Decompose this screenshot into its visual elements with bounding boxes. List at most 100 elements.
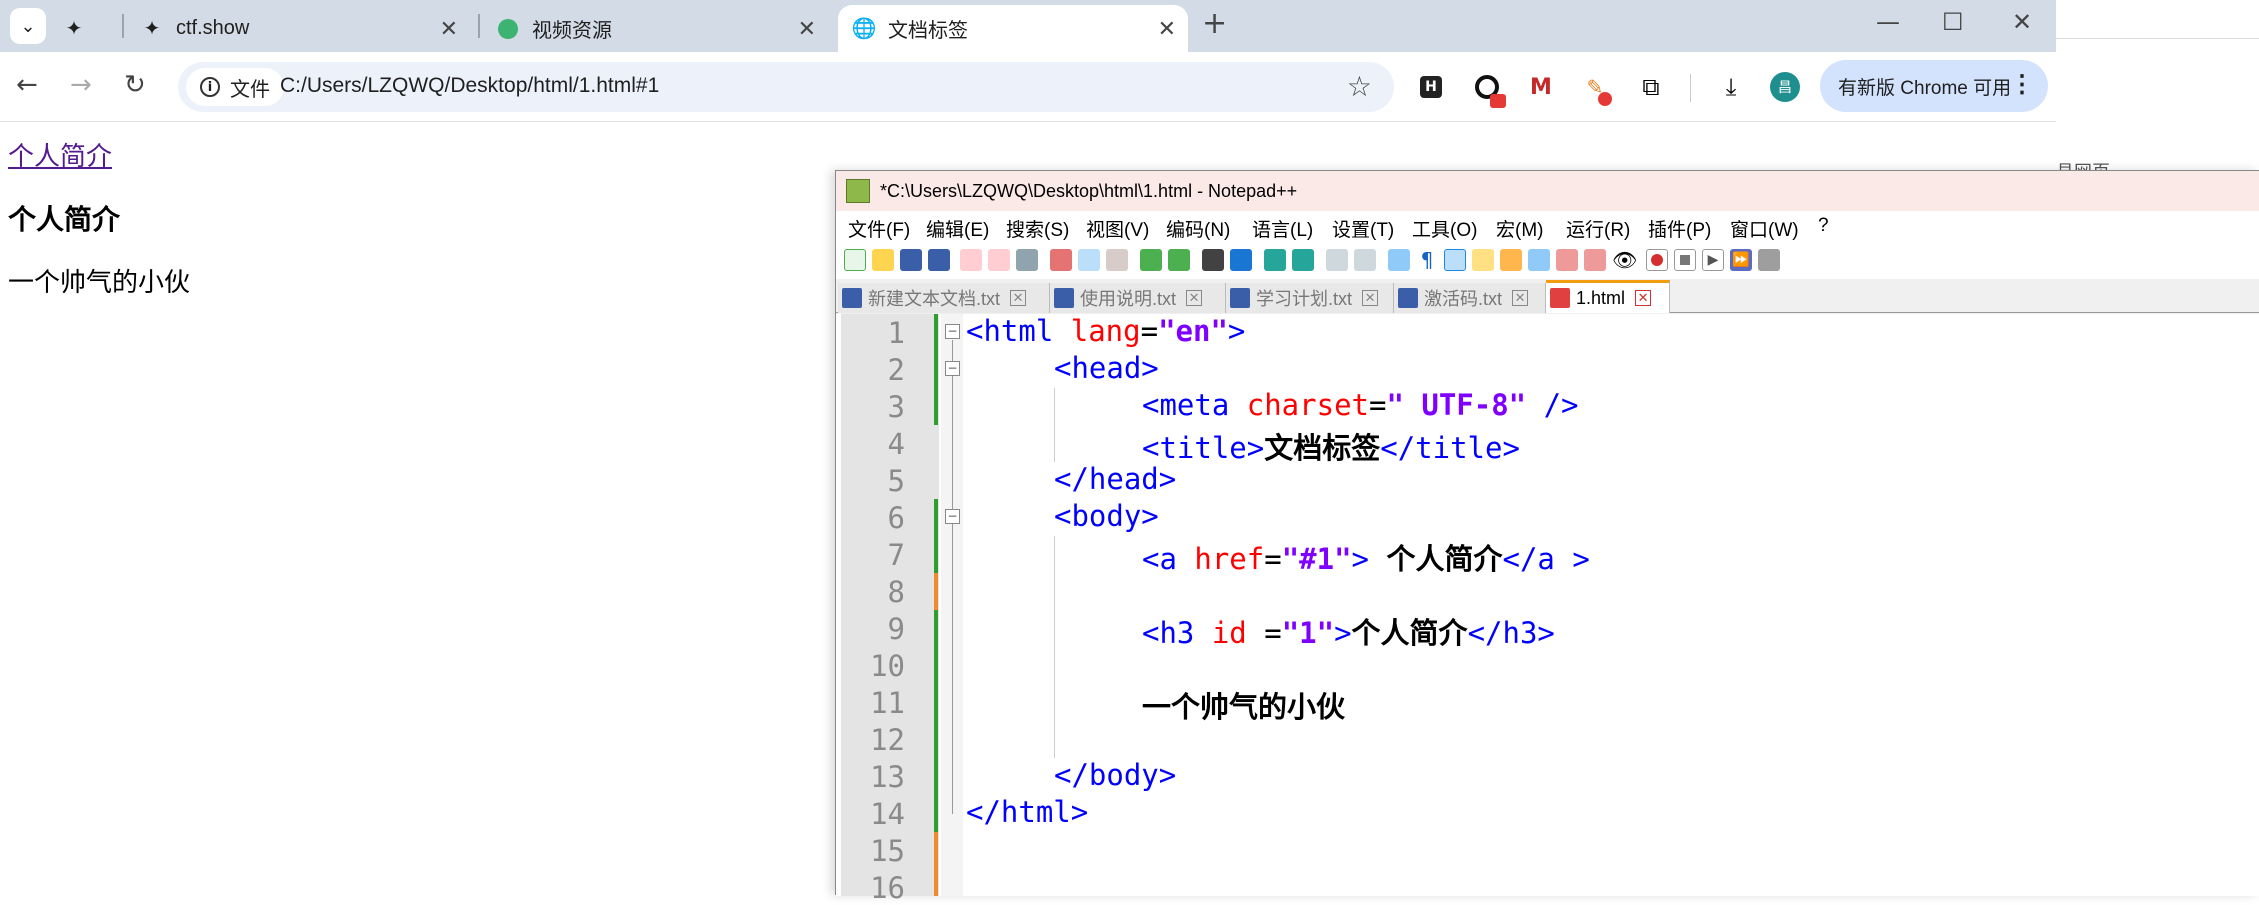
tab-search-button[interactable]: ⌄ — [10, 8, 46, 44]
udl-icon[interactable] — [1472, 249, 1494, 271]
close-tab-icon[interactable]: ✕ — [1010, 290, 1027, 306]
file-tab[interactable]: 新建文本文档.txt ✕ — [838, 283, 1050, 313]
code-editor[interactable]: 1 2 3 4 5 6 7 8 9 10 11 12 13 14 15 16 −… — [836, 314, 2259, 905]
extension-blocked-icon[interactable]: ✎ — [1580, 72, 1612, 106]
copy-icon[interactable] — [1078, 249, 1100, 271]
show-all-chars-icon[interactable]: ¶ — [1416, 249, 1438, 271]
avatar[interactable]: 昌 — [1770, 72, 1800, 102]
indent-guide-icon[interactable] — [1444, 249, 1466, 271]
file-tab[interactable]: 激活码.txt ✕ — [1394, 283, 1546, 313]
disk-icon — [1230, 288, 1250, 308]
line-number: 14 — [870, 797, 905, 831]
menu-edit[interactable]: 编辑(E) — [926, 215, 989, 242]
menu-help[interactable]: ? — [1818, 215, 1829, 237]
stop-macro-icon[interactable] — [1674, 249, 1696, 271]
save-icon[interactable] — [900, 249, 922, 271]
zoom-in-icon[interactable] — [1264, 249, 1286, 271]
forward-arrow-icon[interactable]: → — [70, 70, 92, 100]
fold-toggle-icon[interactable]: − — [945, 324, 960, 339]
code-text: 文档标签 — [1264, 431, 1381, 465]
redo-icon[interactable] — [1168, 249, 1190, 271]
extension-c-icon[interactable] — [1472, 72, 1506, 108]
profile-link[interactable]: 个人简介 — [8, 136, 112, 173]
run-macro-multiple-icon[interactable]: ⏩ — [1730, 249, 1752, 271]
new-file-icon[interactable] — [844, 249, 866, 271]
doc-map-icon[interactable] — [1500, 249, 1522, 271]
sync-horizontal-icon[interactable] — [1354, 249, 1376, 271]
minimize-icon[interactable]: — — [1876, 8, 1900, 36]
open-folder-icon[interactable] — [872, 249, 894, 271]
menu-window[interactable]: 窗口(W) — [1730, 215, 1799, 242]
play-macro-icon[interactable]: ▶ — [1702, 249, 1724, 271]
fold-toggle-icon[interactable]: − — [945, 509, 960, 524]
extensions-puzzle-icon[interactable]: ⧉ — [1636, 72, 1666, 102]
menu-language[interactable]: 语言(L) — [1252, 215, 1313, 242]
menu-run[interactable]: 运行(R) — [1566, 215, 1630, 242]
extension-m-icon[interactable]: M — [1526, 72, 1556, 102]
menu-tools[interactable]: 工具(O) — [1412, 215, 1477, 242]
menu-plugins[interactable]: 插件(P) — [1648, 215, 1711, 242]
new-tab-icon[interactable]: + — [1202, 6, 1227, 41]
close-file-icon[interactable] — [960, 249, 982, 271]
file-tab[interactable]: 学习计划.txt ✕ — [1226, 283, 1394, 313]
cut-icon[interactable] — [1050, 249, 1072, 271]
url-text[interactable]: C:/Users/LZQWQ/Desktop/html/1.html#1 — [280, 74, 659, 98]
close-window-icon[interactable]: ✕ — [2012, 8, 2032, 36]
code-line-9: <h3 id ="1">个人简介</h3> — [966, 610, 1555, 652]
word-wrap-icon[interactable] — [1388, 249, 1410, 271]
tab-active[interactable]: 🌐 文档标签 ✕ — [838, 5, 1188, 52]
disk-icon — [1550, 288, 1570, 308]
fold-toggle-icon[interactable]: − — [945, 361, 960, 376]
address-bar[interactable]: i 文件 C:/Users/LZQWQ/Desktop/html/1.html#… — [178, 62, 1394, 112]
reload-icon[interactable]: ↻ — [124, 70, 146, 100]
line-number: 12 — [870, 723, 905, 757]
menu-macro[interactable]: 宏(M) — [1496, 215, 1543, 242]
record-macro-icon[interactable] — [1646, 249, 1668, 271]
menu-search[interactable]: 搜索(S) — [1006, 215, 1069, 242]
close-tab-icon[interactable]: ✕ — [1635, 290, 1652, 306]
save-all-icon[interactable] — [928, 249, 950, 271]
file-tab-active[interactable]: 1.html ✕ — [1546, 280, 1670, 313]
save-macro-icon[interactable] — [1758, 249, 1780, 271]
bookmark-star-icon[interactable]: ☆ — [1347, 70, 1372, 103]
menu-view[interactable]: 视图(V) — [1086, 215, 1149, 242]
close-tab-icon[interactable]: ✕ — [1362, 290, 1379, 306]
replace-icon[interactable] — [1230, 249, 1252, 271]
menu-file[interactable]: 文件(F) — [848, 215, 910, 242]
maximize-icon[interactable]: ☐ — [1942, 8, 1964, 36]
sync-vertical-icon[interactable] — [1326, 249, 1348, 271]
function-list-icon[interactable] — [1528, 249, 1550, 271]
folder-workspace-icon[interactable] — [1556, 249, 1578, 271]
close-tab-icon[interactable]: ✕ — [440, 16, 458, 42]
menu-kebab-icon[interactable]: ⋮ — [2010, 70, 2034, 99]
tab-ctfshow[interactable]: ✦ ctf.show ✕ — [130, 5, 470, 52]
extension-h-icon[interactable]: H — [1420, 76, 1442, 98]
update-chrome-button[interactable]: 有新版 Chrome 可用 ⋮ — [1820, 60, 2048, 112]
tab-pinned[interactable]: ✦ — [62, 5, 112, 52]
code-attr: href — [1194, 542, 1265, 576]
download-icon[interactable]: ⤓ — [1716, 72, 1746, 102]
menu-encoding[interactable]: 编码(N) — [1166, 215, 1230, 242]
site-info-chip[interactable]: i 文件 — [186, 68, 284, 106]
close-tab-icon[interactable]: ✕ — [1512, 290, 1529, 306]
code-tag: </title> — [1380, 431, 1520, 465]
undo-icon[interactable] — [1140, 249, 1162, 271]
close-tab-icon[interactable]: ✕ — [1186, 290, 1203, 306]
eye-icon[interactable]: 👁 — [1612, 249, 1637, 271]
close-tab-icon[interactable]: ✕ — [1158, 16, 1176, 42]
menu-settings[interactable]: 设置(T) — [1332, 215, 1394, 242]
code-line-5: </head> — [1054, 462, 1177, 496]
paste-icon[interactable] — [1106, 249, 1128, 271]
find-icon[interactable] — [1202, 249, 1224, 271]
notepadpp-window: *C:\Users\LZQWQ\Desktop\html\1.html - No… — [835, 170, 2259, 905]
print-icon[interactable] — [1016, 249, 1038, 271]
close-all-icon[interactable] — [988, 249, 1010, 271]
file-tab[interactable]: 使用说明.txt ✕ — [1050, 283, 1226, 313]
tab-video[interactable]: 视频资源 ✕ — [486, 5, 828, 52]
code-line-6: <body> — [1054, 499, 1159, 533]
monitoring-icon[interactable] — [1584, 249, 1606, 271]
zoom-out-icon[interactable] — [1292, 249, 1314, 271]
close-tab-icon[interactable]: ✕ — [798, 16, 816, 42]
file-tab-label: 1.html — [1576, 287, 1626, 308]
back-arrow-icon[interactable]: ← — [16, 70, 38, 100]
